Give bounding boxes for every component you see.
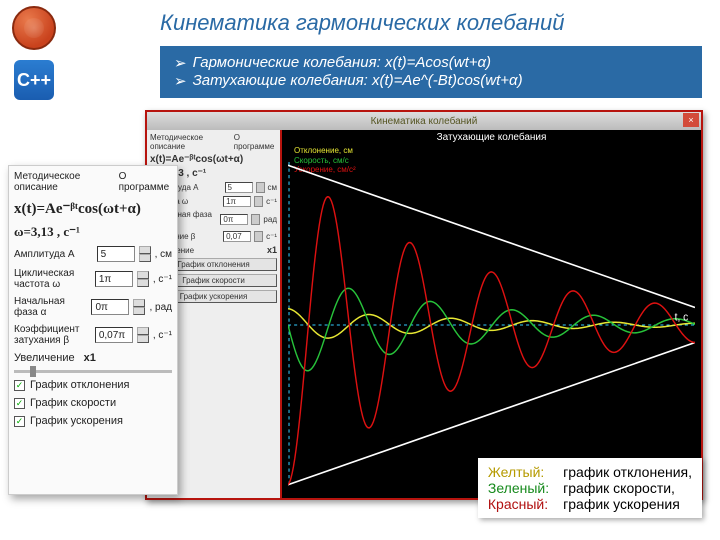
bullet-damped: Затухающие колебания: x(t)=Ae^(-Bt)cos(w… [193,72,523,90]
legend-key-yellow: Желтый: [488,464,549,480]
fp-zoom-label: Увеличение [14,352,75,364]
fp-formula: x(t)=Ae⁻ᵝᵗcos(ωt+α) [14,199,172,218]
page-title: Кинематика гармонических колебаний [0,0,720,40]
summary-box: ➢ Гармонические колебания: x(t)=Acos(wt+α… [160,46,702,98]
chk-deflection[interactable]: ✓ [14,380,25,391]
fp-amp-input[interactable]: 5 [97,246,135,262]
fp-phase-input[interactable]: 0π [91,299,129,315]
legend-key-red: Красный: [488,496,549,512]
bottom-legend: Желтый: Зеленый: Красный: график отклоне… [478,458,702,518]
menu-methodical[interactable]: Методическое описание [150,133,230,151]
fp-beta-input[interactable]: 0,07π [95,327,133,343]
freq-spin[interactable] [254,196,263,207]
bullet-harmonic: Гармонические колебания: x(t)=Acos(wt+α) [193,54,491,72]
front-panel: Методическое описание О программе x(t)=Ae… [8,165,178,495]
svg-text:t, c: t, c [675,311,689,323]
fp-phase-label: Начальная фаза α [14,296,87,318]
chk-velocity[interactable]: ✓ [14,398,25,409]
fp-freq-input[interactable]: 1π [95,271,133,287]
plot-area: Затухающие колебания Отклонение, см Скор… [282,130,701,498]
menu-about[interactable]: О программе [234,133,277,151]
freq-input[interactable]: 1π [223,196,251,207]
amp-spin[interactable] [256,182,265,193]
chk-velocity-label: График скорости [30,397,116,409]
beta-spin[interactable] [254,231,263,242]
phase-spin[interactable] [251,214,260,225]
fp-omega: ω=3,13 , c⁻¹ [14,224,172,240]
fp-zoom-value: x1 [84,352,96,364]
formula-text: x(t)=Ae⁻ᵝᵗcos(ωt+α) [150,154,277,165]
amp-input[interactable]: 5 [225,182,253,193]
phase-input[interactable]: 0π [220,214,248,225]
app-titlebar[interactable]: Кинематика колебаний × [147,112,701,130]
beta-input[interactable]: 0,07 [223,231,251,242]
builder-logo-icon [12,6,56,50]
fp-beta-label: Коэффициент затухания β [14,324,91,346]
chk-deflection-label: График отклонения [30,379,130,391]
fp-phase-spin[interactable] [133,299,145,315]
close-icon[interactable]: × [683,113,699,127]
zoom-value: x1 [267,245,277,255]
plot-title: Затухающие колебания [282,130,701,143]
chevron-icon: ➢ [174,72,187,90]
fp-beta-spin[interactable] [137,327,149,343]
chk-acceleration-label: График ускорения [30,415,123,427]
legend-desc-red: график ускорения [563,496,692,512]
plot-canvas: t, c [288,162,695,488]
app-window: Кинематика колебаний × Методическое опис… [145,110,703,500]
fp-amp-label: Амплитуда A [14,249,93,260]
fp-menu-methodical[interactable]: Методическое описание [14,171,113,193]
legend-key-green: Зеленый: [488,480,549,496]
legend-desc-yellow: график отклонения, [563,464,692,480]
fp-freq-spin[interactable] [137,271,149,287]
legend-desc-green: график скорости, [563,480,692,496]
cpp-logo-icon: C++ [14,60,54,100]
fp-amp-spin[interactable] [139,246,151,262]
fp-freq-label: Циклическая частота ω [14,268,91,290]
fp-menu-about[interactable]: О программе [119,171,172,193]
chevron-icon: ➢ [174,54,187,72]
chk-acceleration[interactable]: ✓ [14,416,25,427]
app-window-title: Кинематика колебаний [371,116,478,127]
zoom-slider[interactable] [14,370,172,373]
